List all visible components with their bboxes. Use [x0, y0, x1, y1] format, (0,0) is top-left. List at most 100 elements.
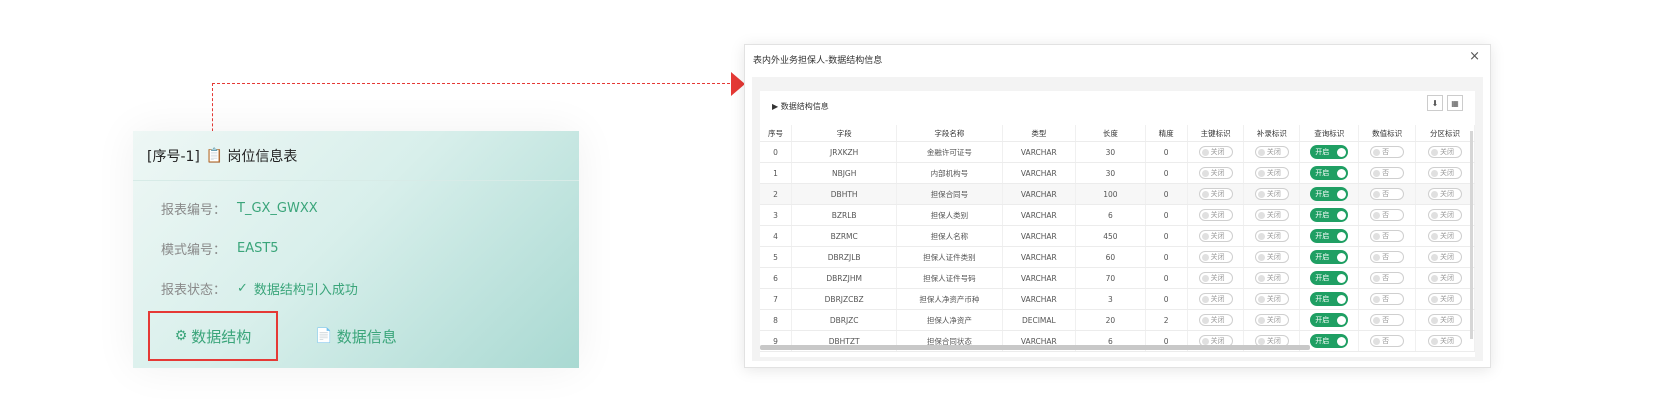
toggle-knob: [1430, 211, 1438, 219]
toggle-switch-off[interactable]: 关闭: [1254, 209, 1289, 221]
toggle-switch-on[interactable]: 开启: [1310, 313, 1349, 327]
toggle-switch-off[interactable]: 关闭: [1198, 314, 1233, 326]
toggle-switch-on[interactable]: 开启: [1310, 145, 1349, 159]
toggle-switch-off[interactable]: 关闭: [1427, 230, 1462, 242]
toggle-knob: [1430, 148, 1438, 156]
toggle-switch-off[interactable]: 关闭: [1198, 251, 1233, 263]
toggle-label: 开启: [1315, 253, 1330, 261]
toggle-knob: [1201, 295, 1209, 303]
toggle-knob: [1430, 337, 1438, 345]
toggle-switch-off[interactable]: 关闭: [1427, 167, 1462, 179]
table-row[interactable]: 4 BZRMC 担保人名称 VARCHAR 450 0 关闭 关闭 开启 否 关闭: [760, 225, 1476, 247]
row-field-name: 担保合同号: [896, 183, 1003, 205]
toggle-cell: 关闭: [1243, 288, 1301, 310]
toggle-label: 开启: [1315, 316, 1330, 324]
table-row[interactable]: 1 NBJGH 内部机构号 VARCHAR 30 0 关闭 关闭 开启 否 关闭: [760, 162, 1476, 184]
toggle-switch-off[interactable]: 关闭: [1427, 188, 1462, 200]
toggle-switch-off[interactable]: 否: [1370, 167, 1405, 179]
table-row[interactable]: 8 DBRJZC 担保人净资产 DECIMAL 20 2 关闭 关闭 开启 否 关闭: [760, 309, 1476, 331]
row-precision: 0: [1145, 183, 1188, 205]
toggle-switch-off[interactable]: 关闭: [1427, 293, 1462, 305]
toggle-switch-off[interactable]: 关闭: [1254, 251, 1289, 263]
toggle-label: 开启: [1315, 337, 1330, 345]
toggle-knob: [1373, 169, 1381, 177]
toggle-switch-off[interactable]: 否: [1370, 251, 1405, 263]
table-row[interactable]: 5 DBRZJLB 担保人证件类别 VARCHAR 60 0 关闭 关闭 开启 否 关闭: [760, 246, 1476, 268]
toggle-switch-off[interactable]: 否: [1370, 314, 1405, 326]
toggle-label: 关闭: [1266, 211, 1281, 219]
export-icon[interactable]: ⬇: [1427, 95, 1443, 111]
data-structure-button[interactable]: ⚙ 数据结构: [148, 311, 278, 361]
horizontal-scrollbar[interactable]: [760, 345, 1310, 350]
table-row[interactable]: 7 DBRJZCBZ 担保人净资产币种 VARCHAR 3 0 关闭 关闭 开启 否 关闭: [760, 288, 1476, 310]
toggle-cell: 关闭: [1243, 225, 1301, 247]
toggle-switch-off[interactable]: 关闭: [1427, 335, 1462, 347]
toggle-switch-off[interactable]: 否: [1370, 293, 1405, 305]
toggle-switch-off[interactable]: 关闭: [1427, 146, 1462, 158]
grid-icon[interactable]: ▦: [1447, 95, 1463, 111]
gear-icon: ⚙: [174, 328, 188, 344]
toggle-switch-off[interactable]: 关闭: [1254, 230, 1289, 242]
toggle-switch-off[interactable]: 关闭: [1198, 146, 1233, 158]
row-field-name: 金融许可证号: [896, 141, 1003, 163]
toggle-switch-off[interactable]: 否: [1370, 146, 1405, 158]
row-type: VARCHAR: [1002, 288, 1077, 310]
toggle-knob: [1257, 274, 1265, 282]
toggle-label: 关闭: [1210, 295, 1225, 303]
toggle-switch-off[interactable]: 关闭: [1198, 167, 1233, 179]
row-type: VARCHAR: [1002, 162, 1077, 184]
toggle-switch-off[interactable]: 关闭: [1198, 230, 1233, 242]
toggle-label: 关闭: [1210, 316, 1225, 324]
toggle-cell: 开启: [1299, 288, 1360, 310]
toggle-label: 否: [1382, 337, 1390, 345]
toggle-switch-off[interactable]: 关闭: [1254, 314, 1289, 326]
toggle-switch-on[interactable]: 开启: [1310, 187, 1349, 201]
toggle-switch-off[interactable]: 否: [1370, 230, 1405, 242]
row-precision: 0: [1145, 225, 1188, 247]
toggle-label: 关闭: [1266, 148, 1281, 156]
toggle-cell: 关闭: [1187, 309, 1245, 331]
toggle-switch-off[interactable]: 关闭: [1198, 293, 1233, 305]
table-row[interactable]: 3 BZRLB 担保人类别 VARCHAR 6 0 关闭 关闭 开启 否 关闭: [760, 204, 1476, 226]
toggle-switch-off[interactable]: 关闭: [1198, 209, 1233, 221]
toggle-switch-off[interactable]: 否: [1370, 272, 1405, 284]
toggle-switch-off[interactable]: 关闭: [1254, 188, 1289, 200]
toggle-switch-off[interactable]: 关闭: [1254, 146, 1289, 158]
close-icon[interactable]: ×: [1469, 49, 1480, 64]
toggle-knob: [1201, 190, 1209, 198]
row-precision: 0: [1145, 141, 1188, 163]
toggle-switch-on[interactable]: 开启: [1310, 334, 1349, 348]
toggle-switch-on[interactable]: 开启: [1310, 208, 1349, 222]
toggle-switch-off[interactable]: 关闭: [1254, 293, 1289, 305]
toggle-switch-off[interactable]: 关闭: [1254, 272, 1289, 284]
table-row[interactable]: 0 JRXKZH 金融许可证号 VARCHAR 30 0 关闭 关闭 开启否关闭: [760, 141, 1476, 163]
row-field-name: 内部机构号: [896, 162, 1003, 184]
toggle-switch-on[interactable]: 开启: [1310, 250, 1349, 264]
toggle-switch-off[interactable]: 关闭: [1427, 209, 1462, 221]
toggle-switch-off[interactable]: 关闭: [1198, 188, 1233, 200]
toggle-switch-off[interactable]: 否: [1370, 209, 1405, 221]
toggle-switch-on[interactable]: 开启: [1310, 271, 1349, 285]
toggle-switch-off[interactable]: 否: [1370, 335, 1405, 347]
toggle-switch-on[interactable]: 开启: [1310, 292, 1349, 306]
toggle-cell: 关闭: [1243, 309, 1301, 331]
toggle-cell: 否: [1358, 288, 1416, 310]
data-info-button[interactable]: 📄 数据信息: [306, 311, 406, 361]
toggle-switch-off[interactable]: 关闭: [1254, 167, 1289, 179]
table-row[interactable]: 2 DBHTH 担保合同号 VARCHAR 100 0 关闭 关闭 开启 否 关闭: [760, 183, 1476, 205]
toggle-switch-on[interactable]: 开启: [1310, 166, 1349, 180]
toggle-cell: 关闭: [1415, 267, 1476, 289]
toggle-switch-off[interactable]: 否: [1370, 188, 1405, 200]
toggle-switch-off[interactable]: 关闭: [1198, 272, 1233, 284]
toggle-cell: 否: [1358, 225, 1416, 247]
vertical-scrollbar[interactable]: [1470, 131, 1473, 339]
toggle-cell: 关闭: [1243, 204, 1301, 226]
toggle-cell: 关闭: [1415, 309, 1476, 331]
toggle-switch-off[interactable]: 关闭: [1427, 314, 1462, 326]
panel-header[interactable]: ▶ 数据结构信息: [772, 101, 829, 112]
toggle-switch-on[interactable]: 开启: [1310, 229, 1349, 243]
toggle-knob: [1337, 168, 1347, 178]
table-row[interactable]: 6 DBRZJHM 担保人证件号码 VARCHAR 70 0 关闭 关闭 开启 否 关闭: [760, 267, 1476, 289]
toggle-switch-off[interactable]: 关闭: [1427, 251, 1462, 263]
toggle-switch-off[interactable]: 关闭: [1427, 272, 1462, 284]
